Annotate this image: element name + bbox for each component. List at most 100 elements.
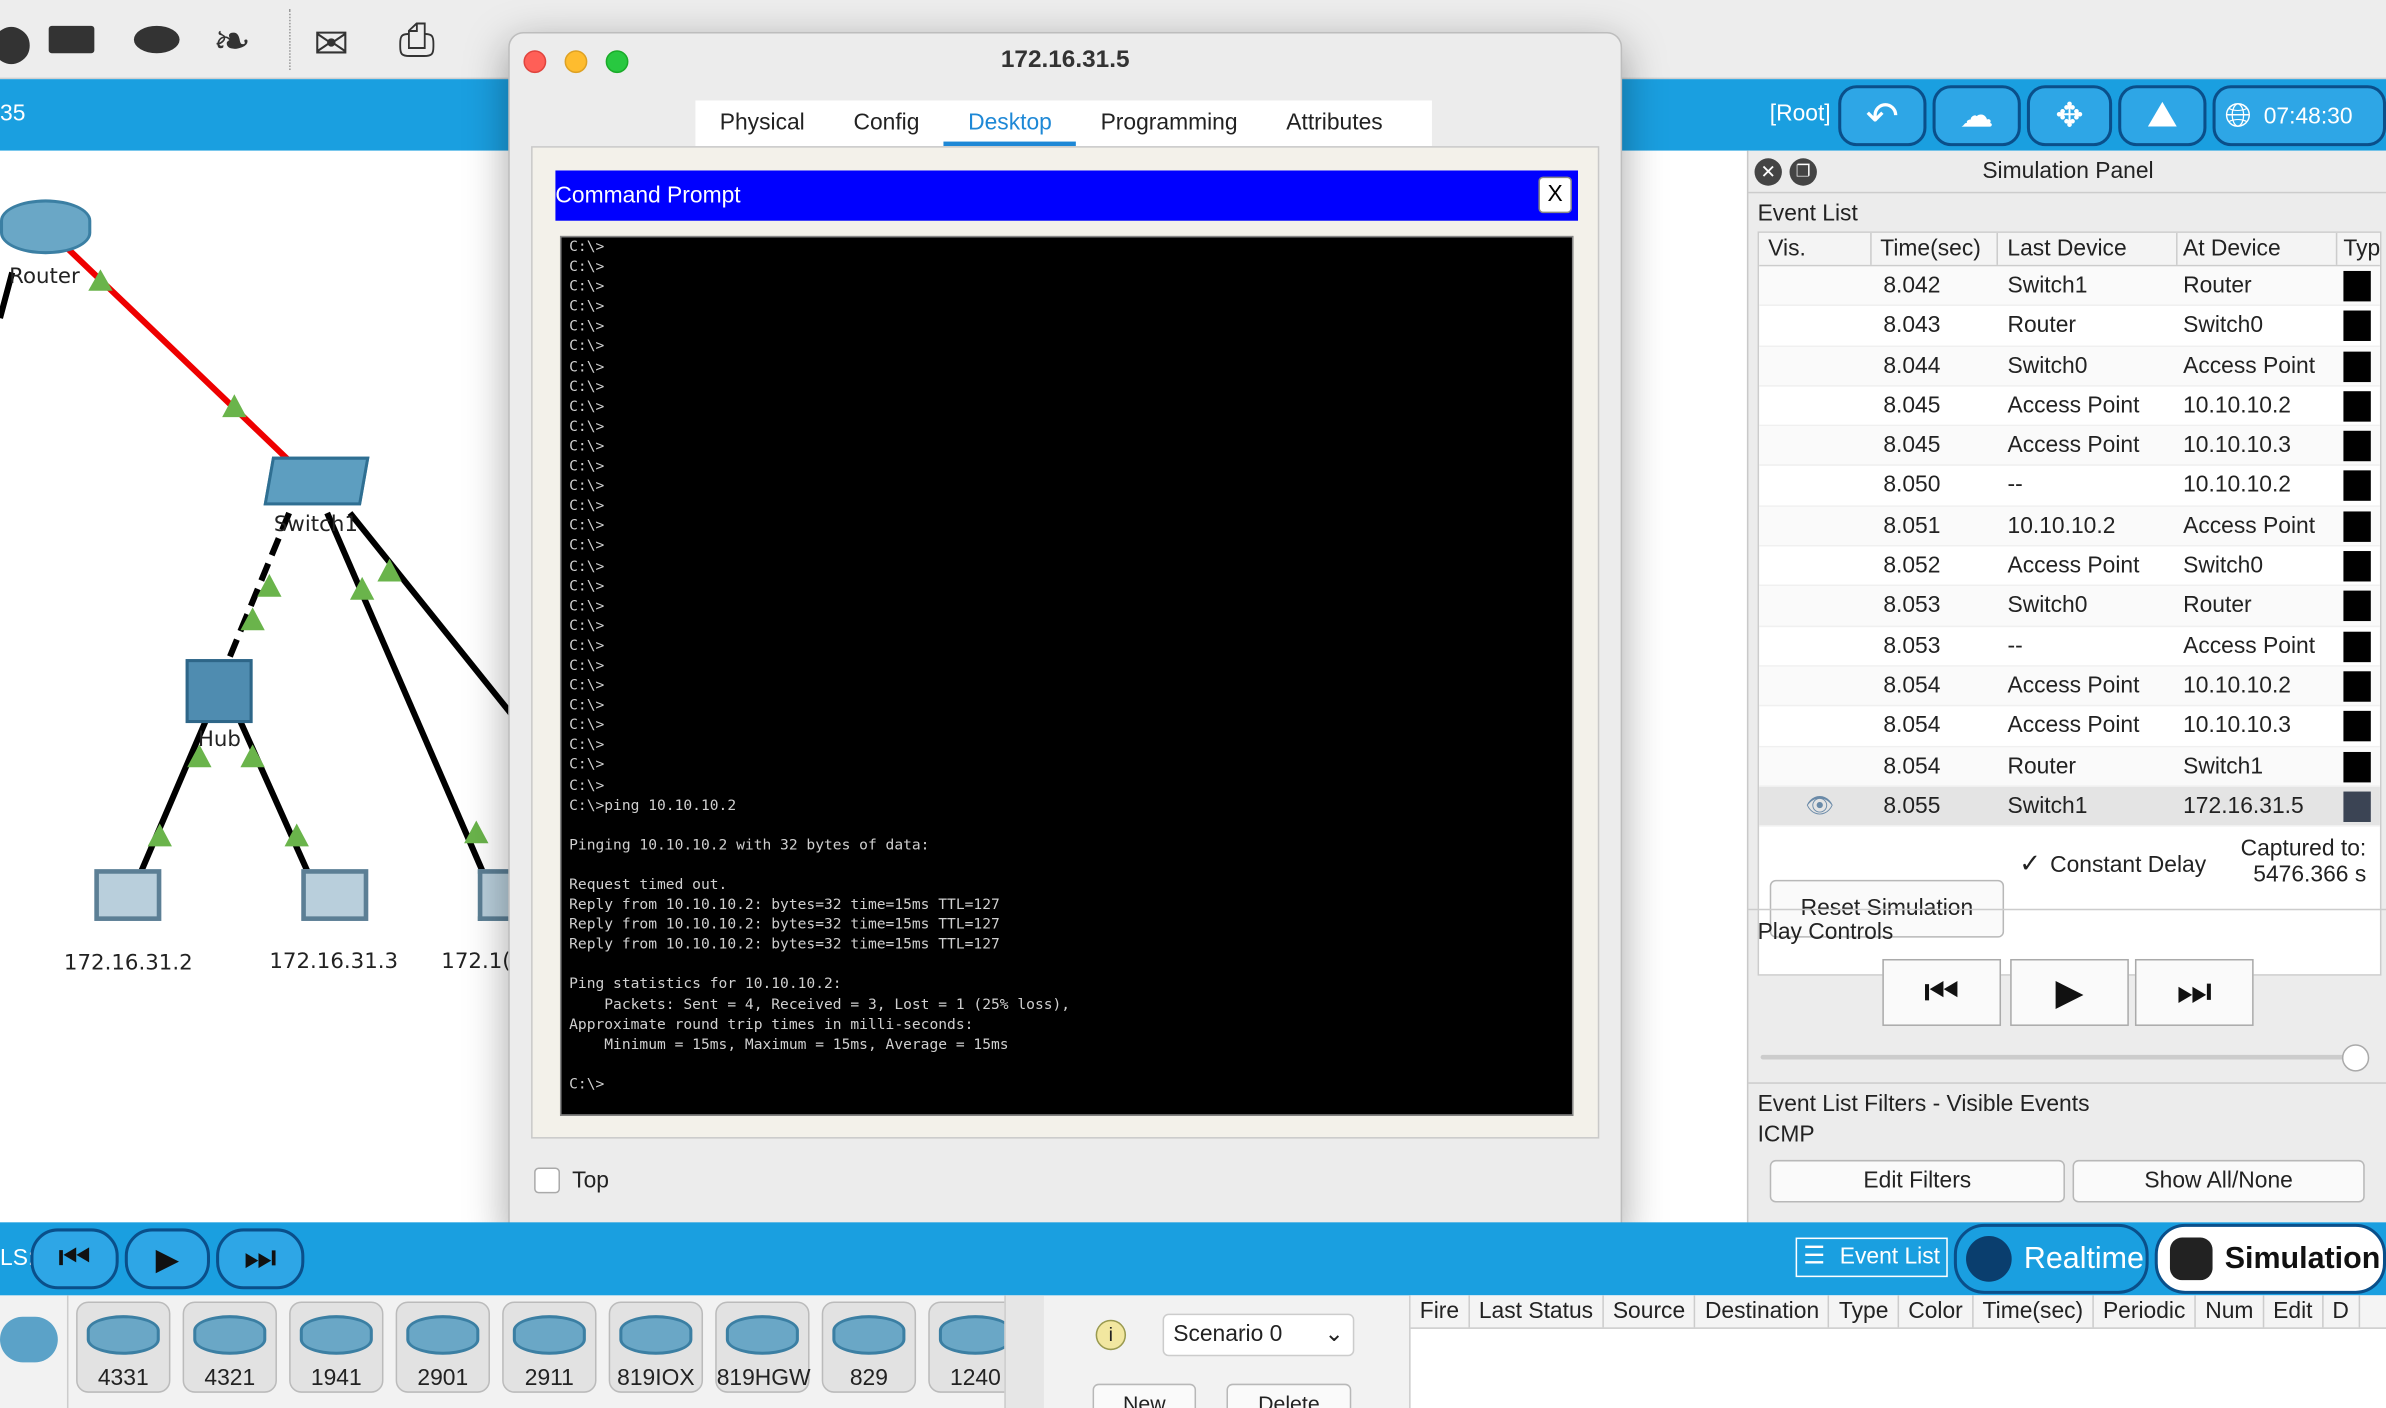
table-row[interactable]: 8.042 Switch1 Router [1759, 266, 2380, 307]
root-label[interactable]: [Root] [1770, 100, 1831, 126]
vis-cell[interactable] [1759, 747, 1871, 786]
table-row[interactable]: 8.045 Access Point 10.10.10.3 [1759, 426, 2380, 467]
viewport-button[interactable]: 🌐︎ 07:48:30 [2212, 85, 2386, 147]
realtime-play-button[interactable]: ▶ [124, 1228, 210, 1290]
pdu-col[interactable]: Color [1899, 1295, 1974, 1328]
table-row[interactable]: 8.052 Access Point Switch0 [1759, 547, 2380, 587]
router-model-2[interactable]: 1941 [289, 1301, 384, 1393]
vis-cell[interactable] [1759, 346, 1871, 385]
pdu-col[interactable]: Last Status [1470, 1295, 1604, 1328]
rectangle-tool-icon[interactable] [48, 25, 95, 54]
undock-panel-icon[interactable]: ❐ [1789, 158, 1817, 186]
pdu-col[interactable]: Periodic [2094, 1295, 2197, 1328]
close-command-prompt-button[interactable]: X [1538, 176, 1572, 214]
table-row[interactable]: 8.053 -- Access Point [1759, 627, 2380, 667]
col-vis[interactable]: Vis. [1759, 232, 1872, 265]
top-checkbox[interactable]: Top [534, 1167, 609, 1194]
table-row[interactable]: 8.054 Access Point 10.10.10.3 [1759, 707, 2380, 747]
ellipse-tool-icon[interactable] [133, 25, 180, 54]
event-list-toggle[interactable]: ☰ Event List [1795, 1237, 1948, 1278]
table-row[interactable]: 👁︎ 8.055 Switch1 172.16.31.5 [1759, 786, 2380, 827]
pdu-col[interactable]: D [2323, 1295, 2360, 1328]
back-step-button[interactable]: ⏮ [1882, 958, 2002, 1026]
col-at-device[interactable]: At Device [2177, 232, 2338, 265]
wan-cloud-icon[interactable] [0, 1316, 58, 1363]
constant-delay-checkbox[interactable]: ✓ Constant Delay [2019, 849, 2206, 879]
table-row[interactable]: 8.054 Access Point 10.10.10.2 [1759, 666, 2380, 707]
tab-physical[interactable]: Physical [695, 100, 829, 146]
vis-cell[interactable] [1759, 386, 1871, 425]
info-icon[interactable]: i [1095, 1319, 1127, 1351]
router-model-4[interactable]: 2911 [502, 1301, 597, 1393]
router-icon[interactable] [0, 199, 92, 255]
vis-cell[interactable] [1759, 306, 1871, 345]
back-button[interactable]: ↶ [1838, 85, 1927, 147]
router-model-6[interactable]: 819HGW [715, 1301, 811, 1393]
tab-desktop[interactable]: Desktop [943, 100, 1077, 147]
table-row[interactable]: 8.051 10.10.10.2 Access Point [1759, 506, 2380, 547]
show-all-none-button[interactable]: Show All/None [2072, 1159, 2365, 1203]
col-type[interactable]: Typ [2337, 233, 2380, 265]
table-row[interactable]: 8.054 Router Switch1 [1759, 746, 2380, 787]
table-row[interactable]: 8.043 Router Switch0 [1759, 306, 2380, 347]
pc2-icon[interactable] [301, 869, 369, 921]
play-button[interactable]: ▶ [2010, 958, 2129, 1026]
speed-slider-track[interactable] [1760, 1054, 2361, 1060]
new-scenario-button[interactable]: New [1092, 1383, 1197, 1408]
move-object-button[interactable]: ✥ [2026, 85, 2113, 147]
add-simple-pdu-icon[interactable]: ✉ [313, 18, 349, 68]
router-model-7[interactable]: 829 [821, 1301, 917, 1393]
pdu-col[interactable]: Edit [2264, 1295, 2324, 1328]
router-model-1[interactable]: 4321 [182, 1301, 277, 1393]
edit-filters-button[interactable]: Edit Filters [1769, 1159, 2065, 1203]
new-cluster-button[interactable]: ☁ [1932, 85, 2021, 147]
freeform-tool-icon[interactable]: ❧ [213, 15, 251, 68]
realtime-mode-button[interactable]: Realtime [1953, 1223, 2149, 1294]
scenario-select[interactable]: Scenario 0 ⌄ [1162, 1313, 1355, 1357]
top-checkbox-box[interactable] [534, 1167, 560, 1194]
add-complex-pdu-icon[interactable]: ⎙ [399, 15, 436, 67]
vis-cell[interactable] [1759, 507, 1871, 546]
simulation-mode-button[interactable]: Simulation [2154, 1223, 2386, 1294]
pdu-col[interactable]: Destination [1696, 1295, 1830, 1328]
realtime-forward-button[interactable]: ⏭ [216, 1228, 305, 1290]
hub-icon[interactable] [185, 659, 253, 724]
vis-cell[interactable] [1759, 266, 1871, 305]
vis-cell[interactable] [1759, 667, 1871, 706]
pdu-col[interactable]: Type [1830, 1295, 1900, 1328]
switch-icon[interactable] [263, 456, 370, 506]
vis-cell[interactable] [1759, 547, 1871, 586]
table-row[interactable]: 8.044 Switch0 Access Point [1759, 346, 2380, 387]
eye-icon[interactable]: 👁︎ [1805, 793, 1834, 819]
table-row[interactable]: 8.045 Access Point 10.10.10.2 [1759, 386, 2380, 427]
pdu-col[interactable]: Source [1604, 1295, 1696, 1328]
realtime-back-button[interactable]: ⏮ [30, 1228, 119, 1290]
delete-scenario-button[interactable]: Delete [1226, 1383, 1352, 1408]
vis-cell[interactable] [1759, 627, 1871, 666]
tab-attributes[interactable]: Attributes [1262, 100, 1407, 146]
vis-cell[interactable]: 👁︎ [1759, 787, 1871, 826]
pdu-col[interactable]: Time(sec) [1973, 1295, 2094, 1328]
tab-config[interactable]: Config [829, 100, 944, 146]
vis-cell[interactable] [1759, 707, 1871, 746]
palette-scroll[interactable] [1004, 1295, 1044, 1408]
partial-icon[interactable]: ⬤ [0, 21, 32, 65]
router-model-5[interactable]: 819IOX [608, 1301, 704, 1393]
close-panel-icon[interactable]: ✕ [1754, 158, 1782, 186]
background-image-button[interactable]: ⛰ [2118, 85, 2207, 147]
pc1-icon[interactable] [94, 869, 162, 921]
speed-slider-thumb[interactable] [2341, 1044, 2370, 1072]
terminal-output[interactable]: C:\> C:\> C:\> C:\> C:\> C:\> C:\> C:\> … [559, 235, 1574, 1116]
pdu-col[interactable]: Fire [1411, 1295, 1470, 1328]
router-model-0[interactable]: 4331 [76, 1301, 171, 1393]
col-last-device[interactable]: Last Device [1998, 232, 2177, 265]
router-model-3[interactable]: 2901 [395, 1301, 490, 1393]
vis-cell[interactable] [1759, 427, 1871, 466]
table-row[interactable]: 8.053 Switch0 Router [1759, 586, 2380, 627]
forward-step-button[interactable]: ⏭ [2134, 958, 2254, 1026]
table-row[interactable]: 8.050 -- 10.10.10.2 [1759, 467, 2380, 507]
pdu-col[interactable]: Num [2196, 1295, 2265, 1328]
vis-cell[interactable] [1759, 587, 1871, 626]
col-time[interactable]: Time(sec) [1871, 232, 1999, 265]
vis-cell[interactable] [1759, 467, 1871, 506]
